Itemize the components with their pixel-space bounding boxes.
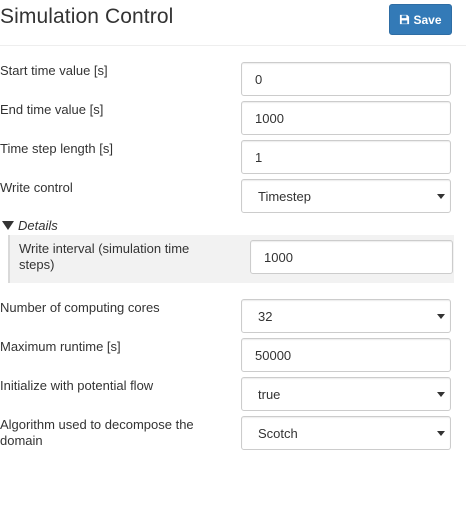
- caret-down-icon: [437, 431, 445, 436]
- time-step-label: Time step length [s]: [0, 141, 113, 156]
- max-runtime-label: Maximum runtime [s]: [0, 339, 121, 354]
- write-control-select[interactable]: Timestep: [241, 179, 451, 213]
- floppy-disk-icon: [399, 14, 410, 25]
- cores-label: Number of computing cores: [0, 300, 160, 315]
- potential-flow-select[interactable]: true: [241, 377, 451, 411]
- caret-down-icon: [437, 194, 445, 199]
- cores-value: 32: [258, 308, 273, 324]
- write-control-value: Timestep: [258, 188, 311, 204]
- time-step-input[interactable]: [241, 140, 451, 174]
- caret-down-icon: [437, 392, 445, 397]
- page-title: Simulation Control: [0, 5, 174, 28]
- decompose-value: Scotch: [258, 425, 298, 441]
- end-time-label: End time value [s]: [0, 102, 104, 117]
- details-panel: Write interval (simulation time steps): [8, 235, 454, 283]
- cores-select[interactable]: 32: [241, 299, 451, 333]
- triangle-down-icon: [2, 221, 14, 230]
- max-runtime-input[interactable]: [241, 338, 451, 372]
- decompose-label: Algorithm used to decompose the domain: [0, 417, 194, 448]
- decompose-select[interactable]: Scotch: [241, 416, 451, 450]
- potential-flow-value: true: [258, 386, 281, 402]
- details-section: Details Write interval (simulation time …: [0, 218, 466, 284]
- write-interval-label: Write interval (simulation time steps): [19, 241, 190, 272]
- page-header: Simulation Control Save: [0, 0, 466, 46]
- save-button[interactable]: Save: [389, 4, 452, 35]
- caret-down-icon: [437, 314, 445, 319]
- end-time-input[interactable]: [241, 101, 451, 135]
- potential-flow-label: Initialize with potential flow: [0, 378, 154, 393]
- write-interval-input[interactable]: [250, 240, 453, 274]
- save-button-label: Save: [413, 12, 442, 27]
- details-summary-label: Details: [18, 218, 58, 233]
- details-toggle[interactable]: Details: [2, 218, 58, 233]
- start-time-input[interactable]: [241, 62, 451, 96]
- start-time-label: Start time value [s]: [0, 63, 108, 78]
- write-control-label: Write control: [0, 180, 73, 195]
